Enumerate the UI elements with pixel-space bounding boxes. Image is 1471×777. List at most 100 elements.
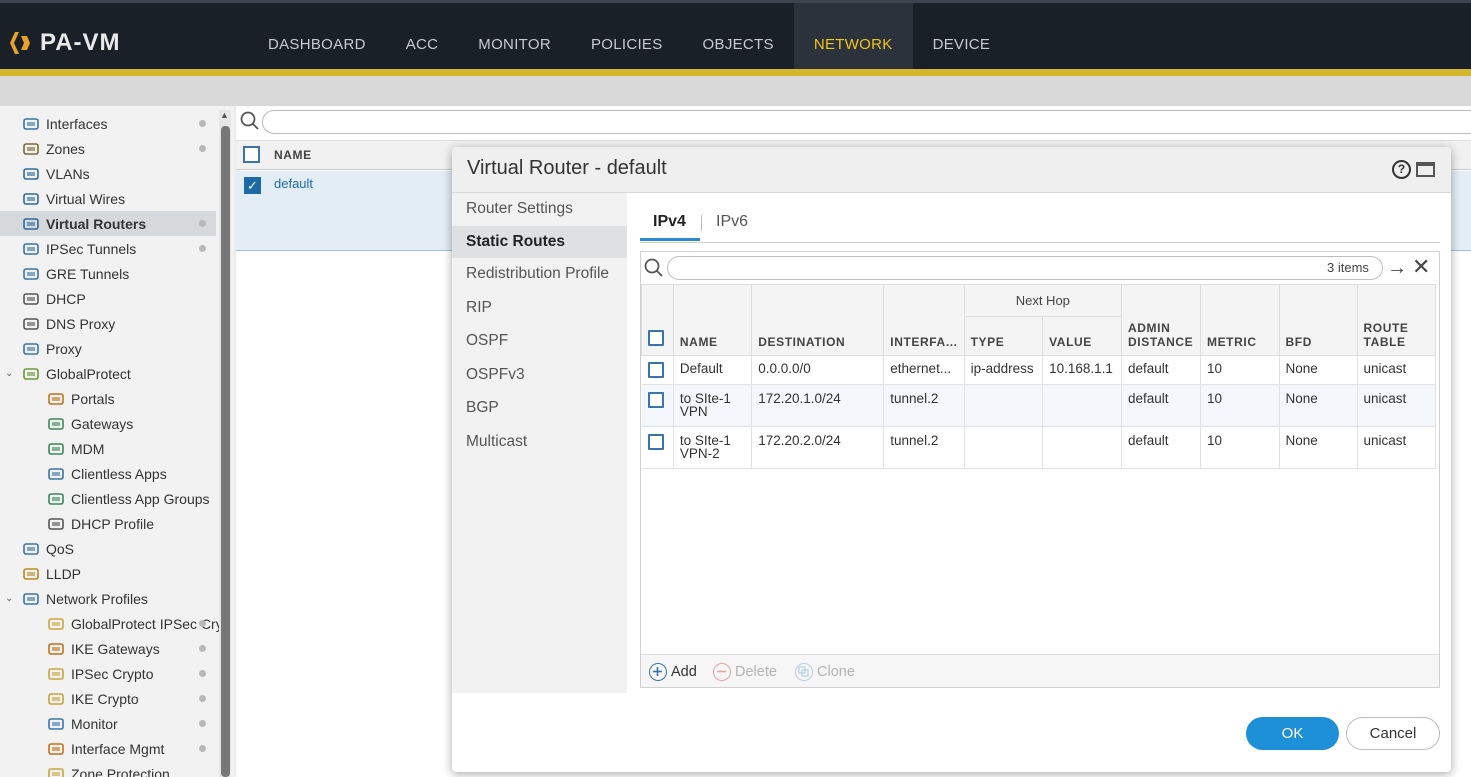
table-row[interactable]: to SIte-1 VPN 172.20.1.0/24 tunnel.2 def… [641,384,1437,427]
sidebar-item-dns-proxy[interactable]: DNS Proxy [0,311,216,336]
tab-ipv6[interactable]: IPv6 [716,213,748,231]
nav-objects[interactable]: OBJECTS [683,3,794,69]
menu-rip[interactable]: RIP [452,292,627,324]
main-search-input[interactable] [262,110,1471,134]
tab-separator [701,215,702,231]
sidebar-scroll-thumb[interactable] [221,126,230,777]
row-checkbox[interactable] [647,392,664,408]
route-interface: ethernet... [883,355,965,385]
column-name-header: NAME [274,148,312,162]
row-checkbox[interactable] [647,362,664,378]
sidebar-item-proxy[interactable]: Proxy [0,336,216,361]
sidebar-item-globalprotect[interactable]: ⌄ GlobalProtect [0,361,216,386]
expand-chevron-icon[interactable]: ⌄ [5,593,13,604]
sidebar-item-virtual-wires[interactable]: Virtual Wires [0,186,216,211]
sidebar-item-lldp[interactable]: LLDP [0,561,216,586]
lock-icon [47,666,65,682]
route-name[interactable]: to SIte-1 VPN [673,384,753,427]
expand-chevron-icon[interactable]: ⌄ [5,368,13,379]
sidebar-item-ipsec-crypto[interactable]: IPSec Crypto [0,661,216,686]
sidebar-item-zones[interactable]: Zones [0,136,216,161]
delete-label: Delete [735,664,777,680]
sidebar-item-virtual-routers[interactable]: Virtual Routers [0,211,216,236]
clear-filter-icon[interactable]: ✕ [1412,256,1430,278]
sidebar-item-gre-tunnels[interactable]: GRE Tunnels [0,261,216,286]
delete-button[interactable]: Delete [713,663,777,681]
nav-monitor[interactable]: MONITOR [458,3,571,69]
search-icon[interactable] [644,258,664,278]
nav-dashboard[interactable]: DASHBOARD [248,3,386,69]
status-dot [199,745,206,752]
sidebar-item-dhcp[interactable]: DHCP [0,286,216,311]
sidebar-item-network-profiles[interactable]: ⌄ Network Profiles [0,586,216,611]
sidebar-item-clientless-app-groups[interactable]: Clientless App Groups [0,486,216,511]
table-row[interactable]: to SIte-1 VPN-2 172.20.2.0/24 tunnel.2 d… [641,426,1437,469]
column-type[interactable]: TYPE [963,316,1044,356]
ipsec-tunnels-icon [22,241,40,257]
accent-bar [0,69,1471,76]
nav-device[interactable]: DEVICE [913,3,1011,69]
sidebar-item-vlans[interactable]: VLANs [0,161,216,186]
sidebar-item-ipsec-tunnels[interactable]: IPSec Tunnels [0,236,216,261]
route-name[interactable]: Default [673,355,753,385]
route-bfd: None [1279,384,1358,427]
sidebar-item-mdm[interactable]: MDM [0,436,216,461]
sidebar-item-interface-mgmt[interactable]: Interface Mgmt [0,736,216,761]
maximize-icon[interactable] [1416,162,1435,177]
dhcp-profile-icon [47,516,65,532]
column-bfd[interactable]: BFD [1278,284,1358,356]
column-value[interactable]: VALUE [1042,316,1123,356]
sidebar-item-interfaces[interactable]: Interfaces [0,111,216,136]
menu-static-routes[interactable]: Static Routes [452,226,627,258]
column-destination[interactable]: DESTINATION [751,284,885,356]
nav-acc[interactable]: ACC [386,3,459,69]
nav-policies[interactable]: POLICIES [571,3,683,69]
sidebar-item-zone-protection[interactable]: Zone Protection [0,761,216,777]
ok-button[interactable]: OK [1246,717,1339,750]
scroll-up-arrow[interactable]: ▲ [220,110,229,120]
sidebar-item-portals[interactable]: Portals [0,386,216,411]
menu-redistribution-profile[interactable]: Redistribution Profile [452,258,627,290]
column-interface[interactable]: INTERFA... [883,284,965,356]
select-all-checkbox[interactable] [648,330,664,346]
menu-ospfv3[interactable]: OSPFv3 [452,359,627,391]
menu-router-settings[interactable]: Router Settings [452,193,627,225]
route-destination: 0.0.0.0/0 [751,355,885,385]
router-name-link[interactable]: default [274,176,313,191]
menu-ospf[interactable]: OSPF [452,325,627,357]
column-metric[interactable]: METRIC [1199,284,1280,356]
select-all-checkbox[interactable] [243,146,260,163]
status-dot [199,245,206,252]
sidebar-item-label: IPSec Tunnels [46,240,137,257]
sidebar-item-monitor[interactable]: Monitor [0,711,216,736]
sidebar-item-dhcp-profile[interactable]: DHCP Profile [0,511,216,536]
nav-network[interactable]: NETWORK [793,3,913,69]
sidebar-item-ike-gateways[interactable]: IKE Gateways [0,636,216,661]
add-button[interactable]: Add [649,663,697,681]
column-name[interactable]: NAME [672,284,753,356]
route-nexthop-type: ip-address [964,355,1044,385]
sidebar-item-qos[interactable]: QoS [0,536,216,561]
select-all-cell [641,284,674,356]
row-checkbox[interactable]: ✓ [244,177,261,194]
search-icon[interactable] [240,111,260,131]
clone-button[interactable]: Clone [795,663,855,681]
sidebar-item-clientless-apps[interactable]: Clientless Apps [0,461,216,486]
apply-filter-arrow-icon[interactable]: → [1387,258,1407,278]
menu-multicast[interactable]: Multicast [452,426,627,458]
row-checkbox[interactable] [647,434,664,450]
column-admin-distance[interactable]: ADMIN DISTANCE [1121,284,1201,356]
tab-ipv4[interactable]: IPv4 [653,213,686,231]
menu-bgp[interactable]: BGP [452,392,627,424]
column-route-table[interactable]: ROUTE TABLE [1356,284,1437,356]
grid-search-input[interactable] [667,256,1383,280]
sidebar-item-ike-crypto[interactable]: IKE Crypto [0,686,216,711]
delete-icon [713,663,731,681]
route-nexthop-type [964,426,1044,469]
route-name[interactable]: to SIte-1 VPN-2 [673,426,753,469]
table-row[interactable]: Default 0.0.0.0/0 ethernet... ip-address… [641,355,1437,385]
sidebar-item-gateways[interactable]: Gateways [0,411,216,436]
cancel-button[interactable]: Cancel [1346,717,1440,750]
help-icon[interactable]: ? [1392,160,1411,179]
sidebar-item-globalprotect-ipsec-cry[interactable]: GlobalProtect IPSec Cry [0,611,223,636]
